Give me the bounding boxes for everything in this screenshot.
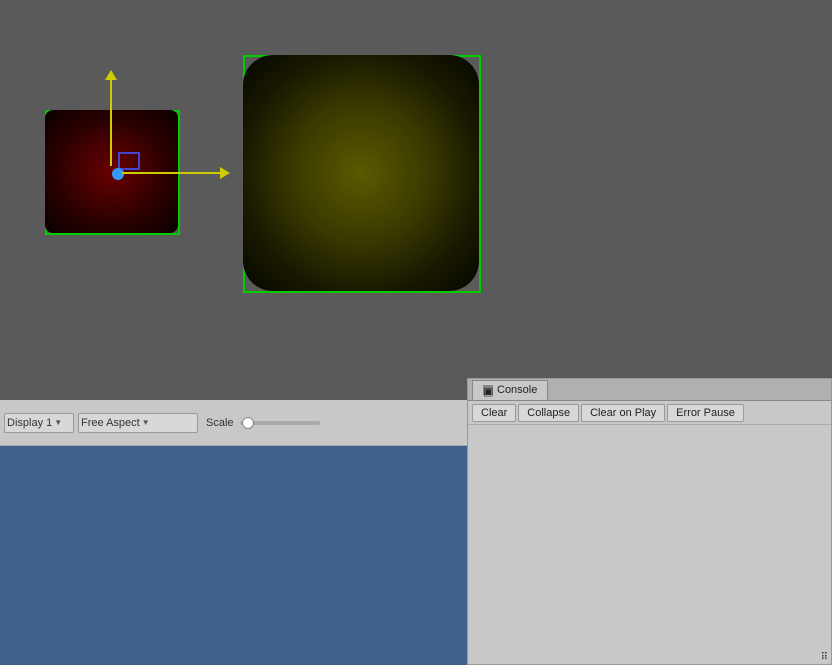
- aspect-select-label: Free Aspect: [81, 417, 140, 429]
- collapse-button[interactable]: Collapse: [518, 404, 579, 422]
- aspect-select-arrow: ▼: [142, 418, 150, 427]
- error-pause-button[interactable]: Error Pause: [667, 404, 744, 422]
- pivot-dot: [112, 168, 124, 180]
- scale-slider-thumb[interactable]: [242, 417, 254, 429]
- resize-icon: ⠿: [821, 652, 828, 663]
- scale-label: Scale: [206, 417, 234, 429]
- y-axis-arrow[interactable]: [110, 78, 112, 166]
- game-panel: Display 1 ▼ Free Aspect ▼ Scale: [0, 400, 467, 665]
- console-content: [468, 425, 831, 664]
- scale-slider[interactable]: [240, 421, 320, 425]
- console-panel: ▣ Console Clear Collapse Clear on Play E…: [467, 378, 832, 665]
- clear-button[interactable]: Clear: [472, 404, 516, 422]
- game-toolbar: Display 1 ▼ Free Aspect ▼ Scale: [0, 400, 467, 446]
- selection-rect: [118, 152, 140, 170]
- console-tab-icon: ▣: [483, 385, 493, 395]
- console-tab-bar: ▣ Console: [468, 379, 831, 401]
- large-object-inner: [243, 55, 479, 291]
- display-select-arrow: ▼: [54, 418, 62, 427]
- scene-view: [0, 0, 832, 400]
- display-select[interactable]: Display 1 ▼: [4, 413, 74, 433]
- x-axis-arrow[interactable]: [122, 172, 222, 174]
- aspect-select[interactable]: Free Aspect ▼: [78, 413, 198, 433]
- console-toolbar: Clear Collapse Clear on Play Error Pause: [468, 401, 831, 425]
- large-scene-object: [243, 55, 481, 293]
- display-select-label: Display 1: [7, 417, 52, 429]
- game-content: [0, 446, 467, 665]
- console-tab[interactable]: ▣ Console: [472, 380, 548, 400]
- console-tab-label: Console: [497, 384, 537, 396]
- clear-on-play-button[interactable]: Clear on Play: [581, 404, 665, 422]
